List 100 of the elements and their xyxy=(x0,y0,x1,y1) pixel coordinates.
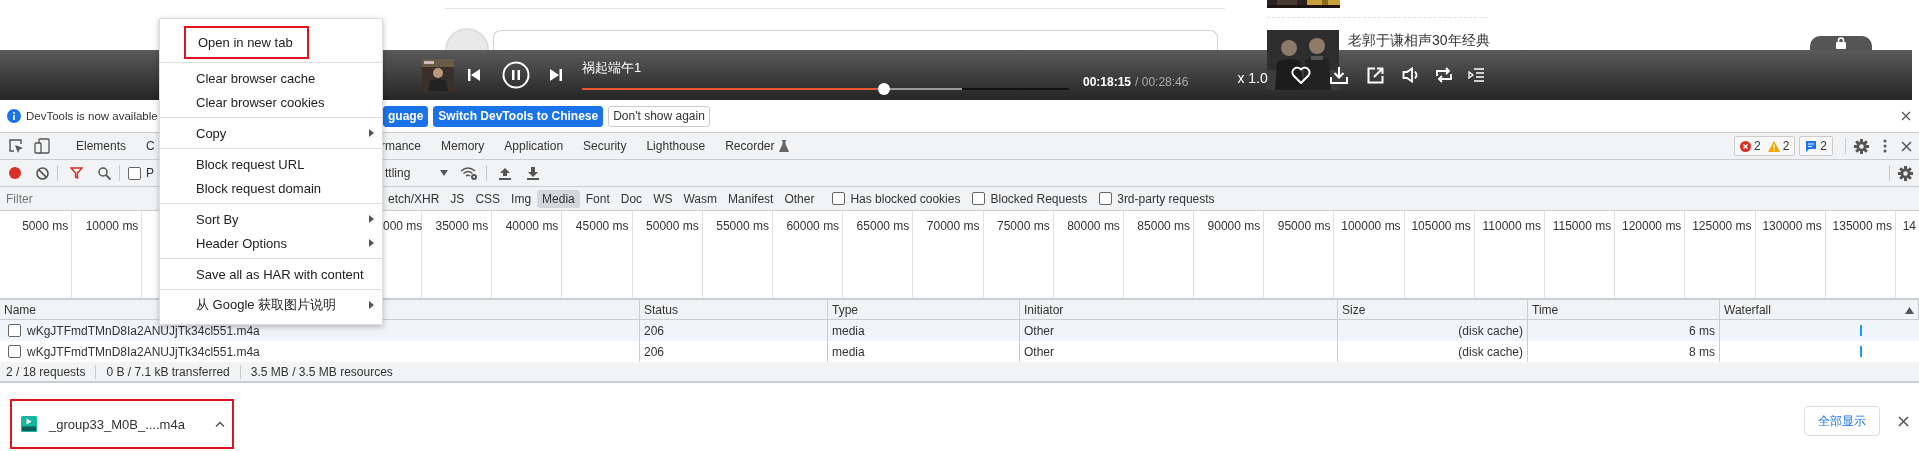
type-filter[interactable]: Wasm xyxy=(678,189,723,208)
panel-tab[interactable]: Application xyxy=(494,133,574,159)
repeat-icon[interactable] xyxy=(1434,67,1453,83)
lock-tab[interactable] xyxy=(1810,36,1872,50)
column-header[interactable]: Size xyxy=(1342,303,1366,317)
column-header[interactable]: Name xyxy=(4,303,36,317)
info-icon xyxy=(7,109,21,123)
previous-icon[interactable] xyxy=(468,69,480,81)
issues-badge[interactable]: 2 2 xyxy=(1733,136,1796,156)
sort-icon[interactable] xyxy=(1905,306,1914,314)
next-icon[interactable] xyxy=(550,69,562,81)
menu-item[interactable]: Open in new tab xyxy=(184,26,309,59)
type-filter[interactable]: Media xyxy=(537,189,580,208)
settings-icon[interactable] xyxy=(1854,138,1869,154)
download-item[interactable]: _group33_M0B_....m4a xyxy=(10,399,234,449)
menu-item[interactable]: Clear browser cache xyxy=(160,66,382,90)
checkbox[interactable] xyxy=(8,345,21,358)
close-icon[interactable] xyxy=(1901,111,1911,121)
type-filter[interactable]: Doc xyxy=(615,189,648,208)
upload-icon[interactable] xyxy=(499,166,512,180)
download-icon[interactable] xyxy=(1329,66,1348,84)
progress-handle[interactable] xyxy=(877,82,890,95)
column-header[interactable]: Type xyxy=(832,303,858,317)
menu-item[interactable]: Clear browser cookies xyxy=(160,90,382,114)
close-icon[interactable] xyxy=(1898,415,1909,427)
menu-item[interactable]: Block request domain xyxy=(160,176,382,200)
menu-item[interactable]: Save all as HAR with content xyxy=(160,262,382,286)
messages-badge[interactable]: 2 xyxy=(1799,136,1833,156)
close-icon[interactable] xyxy=(1901,140,1912,152)
panel-tab[interactable]: Lighthouse xyxy=(636,133,716,159)
menu-item[interactable]: Header Options xyxy=(160,231,382,255)
column-header[interactable]: Time xyxy=(1532,303,1559,317)
speed-button[interactable]: x 1.0 xyxy=(1237,70,1268,86)
timeline-tick: 14 xyxy=(1901,218,1917,235)
table-cell: Other xyxy=(1024,323,1054,338)
timeline-tick: 115000 ms xyxy=(1545,211,1616,298)
table-cell: wKgJTFmdTMnD8Ia2ANUJjTk34cl551.m4a xyxy=(27,323,260,338)
menu-item[interactable]: Copy xyxy=(160,121,382,145)
menu-item[interactable]: 从 Google 获取图片说明 xyxy=(160,293,382,317)
error-icon xyxy=(1739,140,1751,152)
share-icon[interactable] xyxy=(1366,66,1384,84)
column-header[interactable]: Initiator xyxy=(1024,303,1064,317)
menu-item[interactable]: Block request URL xyxy=(160,152,382,176)
heart-icon[interactable] xyxy=(1290,66,1311,84)
checkbox[interactable] xyxy=(972,192,986,205)
panel-tab[interactable]: Security xyxy=(573,133,637,159)
type-filter[interactable]: Img xyxy=(506,189,537,208)
status-text: 0 B / 7.1 kB transferred xyxy=(106,364,241,379)
message-icon xyxy=(1805,140,1818,152)
video-title[interactable]: 老郭于谦相声30年经典 xyxy=(1348,32,1490,50)
type-filter[interactable]: JS xyxy=(445,189,470,208)
type-filter[interactable]: etch/XHR xyxy=(383,189,445,208)
type-filter[interactable]: CSS xyxy=(470,189,506,208)
type-filter[interactable]: Other xyxy=(779,189,820,208)
more-icon[interactable] xyxy=(1883,139,1887,153)
search-icon[interactable] xyxy=(98,166,111,180)
dropdown-icon[interactable] xyxy=(440,170,449,176)
inspect-icon[interactable] xyxy=(8,138,24,154)
infobar-button[interactable]: Switch DevTools to Chinese xyxy=(433,105,604,127)
record-icon[interactable] xyxy=(9,167,21,179)
pause-icon[interactable] xyxy=(502,61,530,89)
checkbox-label: P xyxy=(146,166,154,180)
menu-item[interactable]: Sort By xyxy=(160,207,382,231)
type-filter[interactable]: Font xyxy=(580,189,615,208)
infobar-button[interactable]: guage xyxy=(383,105,429,127)
progress-bar[interactable] xyxy=(582,82,1069,95)
show-all-button[interactable]: 全部显示 xyxy=(1804,406,1880,436)
submenu-arrow-icon xyxy=(369,215,374,223)
block-icon[interactable] xyxy=(36,166,49,180)
network-conditions-icon[interactable] xyxy=(460,166,479,180)
timeline-tick: 75000 ms xyxy=(983,211,1054,298)
checkbox-label: Has blocked cookies xyxy=(850,191,961,206)
timeline-tick: 5000 ms xyxy=(2,211,73,298)
checkbox[interactable] xyxy=(832,192,846,205)
download-icon[interactable] xyxy=(527,166,540,180)
checkbox[interactable] xyxy=(128,166,141,180)
filter-icon[interactable] xyxy=(70,167,83,179)
timeline-tick: 45000 ms xyxy=(562,211,633,298)
timeline-tick: 130000 ms xyxy=(1755,211,1826,298)
device-icon[interactable] xyxy=(34,138,50,154)
checkbox[interactable] xyxy=(1099,192,1113,205)
panel-tab[interactable]: Memory xyxy=(431,133,495,159)
column-header[interactable]: Waterfall xyxy=(1724,303,1771,317)
checkbox-label: Blocked Requests xyxy=(990,191,1088,206)
timeline-tick: 105000 ms xyxy=(1404,211,1475,298)
info-message: DevTools is now available xyxy=(26,110,158,122)
column-header[interactable]: Status xyxy=(644,303,679,317)
panel-tab[interactable]: Elements xyxy=(66,133,137,159)
panel-tab[interactable]: Recorder xyxy=(715,133,799,159)
timeline-tick: 40000 ms xyxy=(492,211,563,298)
filter-field[interactable]: Filter xyxy=(4,190,154,207)
playlist-icon[interactable] xyxy=(1467,68,1485,82)
volume-icon[interactable] xyxy=(1401,67,1420,83)
type-filter[interactable]: Manifest xyxy=(723,189,779,208)
timeline-tick: 100000 ms xyxy=(1334,211,1405,298)
type-filter[interactable]: WS xyxy=(648,189,678,208)
throttling-select[interactable]: ttling xyxy=(385,166,411,180)
settings-icon[interactable] xyxy=(1898,165,1913,181)
checkbox[interactable] xyxy=(8,324,21,337)
infobar-button[interactable]: Don't show again xyxy=(608,105,710,127)
